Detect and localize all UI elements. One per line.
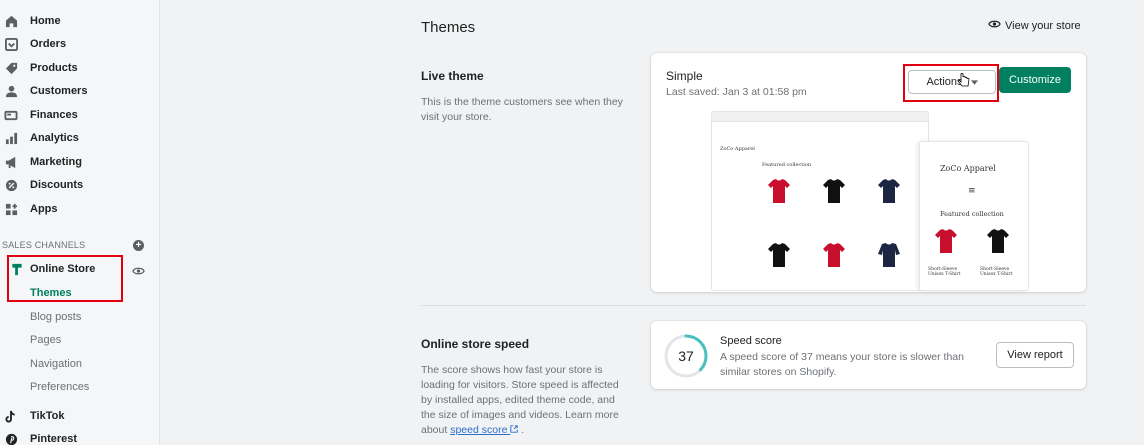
page-title: Themes	[421, 19, 476, 36]
apps-icon	[4, 202, 18, 216]
sidebar-item-label: Analytics	[30, 132, 79, 144]
person-icon	[4, 84, 18, 98]
sidebar-item-marketing[interactable]: Marketing	[0, 151, 160, 173]
speed-score-link[interactable]: speed score	[450, 424, 519, 436]
menu-icon: ≡	[968, 186, 976, 196]
sidebar-item-pinterest[interactable]: Pinterest	[0, 428, 160, 445]
view-store-label: View your store	[1005, 19, 1081, 32]
sidebar-item-analytics[interactable]: Analytics	[0, 127, 160, 149]
shirt-image	[822, 242, 846, 268]
speed-score-value: 37	[678, 348, 694, 364]
sidebar-subitem-blog-posts[interactable]: Blog posts	[30, 311, 81, 323]
add-channel-button[interactable]: +	[133, 240, 144, 251]
orders-icon	[4, 37, 18, 51]
view-store-link[interactable]: View your store	[988, 19, 1081, 32]
discount-icon	[4, 178, 18, 192]
sales-channels-heading: SALES CHANNELS	[2, 240, 86, 250]
speed-description: The score shows how fast your store is l…	[421, 364, 619, 436]
sidebar-item-finances[interactable]: Finances	[0, 104, 160, 126]
preview-mobile-featured-label: Featured collection	[940, 210, 1004, 218]
sidebar-subitem-preferences[interactable]: Preferences	[30, 381, 89, 393]
pinterest-icon	[4, 432, 18, 445]
tag-icon	[4, 61, 18, 75]
sidebar-subitem-pages[interactable]: Pages	[30, 334, 61, 346]
preview-product-name: Short-Sleeve Unisex T-Shirt	[928, 267, 961, 277]
sidebar-item-label: Finances	[30, 109, 78, 121]
theme-preview-mobile[interactable]: ZoCo Apparel ≡ Featured collection Short…	[919, 141, 1029, 291]
finances-icon	[4, 108, 18, 122]
sidebar-item-label: Marketing	[30, 156, 82, 168]
shirt-image	[822, 178, 846, 204]
sidebar-item-orders[interactable]: Orders	[0, 33, 160, 55]
eye-icon	[988, 19, 1001, 32]
sidebar-item-label: Home	[30, 15, 61, 27]
sidebar-item-products[interactable]: Products	[0, 57, 160, 79]
customize-button[interactable]: Customize	[999, 67, 1071, 93]
shirt-image	[934, 228, 958, 254]
sidebar-item-label: Apps	[30, 203, 58, 215]
speed-card-description: A speed score of 37 means your store is …	[720, 351, 964, 378]
preview-mobile-store-name: ZoCo Apparel	[940, 164, 996, 173]
preview-store-name: ZoCo Apparel	[720, 146, 755, 152]
preview-product-name: Short-Sleeve Unisex T-Shirt	[980, 267, 1013, 277]
preview-featured-label: Featured collection	[762, 162, 812, 168]
speed-heading: Online store speed	[421, 337, 530, 351]
megaphone-icon	[4, 155, 18, 169]
speed-card: 37 Speed score A speed score of 37 means…	[651, 321, 1086, 389]
shirt-image	[986, 228, 1010, 254]
sidebar-item-label: Customers	[30, 85, 88, 97]
theme-preview-desktop[interactable]: ZoCo Apparel Featured collection	[711, 111, 929, 291]
shirt-image	[877, 178, 901, 204]
section-divider	[421, 305, 1086, 306]
view-report-button[interactable]: View report	[996, 342, 1074, 368]
speed-card-title: Speed score	[720, 335, 782, 347]
live-theme-card: Simple Last saved: Jan 3 at 01:58 pm Act…	[651, 53, 1086, 292]
sidebar-item-apps[interactable]: Apps	[0, 198, 160, 220]
shirt-image	[767, 178, 791, 204]
sidebar-item-discounts[interactable]: Discounts	[0, 174, 160, 196]
home-icon	[4, 14, 18, 28]
sidebar-item-tiktok[interactable]: TikTok	[0, 405, 160, 427]
shirt-image	[767, 242, 791, 268]
bar-chart-icon	[4, 131, 18, 145]
mouse-cursor	[957, 72, 970, 92]
theme-last-saved: Last saved: Jan 3 at 01:58 pm	[666, 86, 807, 98]
sidebar-item-home[interactable]: Home	[0, 10, 160, 32]
sidebar-item-label: Orders	[30, 38, 67, 50]
theme-name: Simple	[666, 69, 703, 83]
sidebar-item-label: Products	[30, 62, 78, 74]
sidebar-item-customers[interactable]: Customers	[0, 80, 160, 102]
sidebar-item-label: TikTok	[30, 410, 65, 422]
highlight-box-actions	[903, 64, 999, 102]
live-theme-heading: Live theme	[421, 69, 484, 83]
sidebar-subitem-navigation[interactable]: Navigation	[30, 358, 82, 370]
sidebar: Home Orders Products Customers Finances …	[0, 0, 160, 445]
shirt-image	[877, 242, 901, 268]
tiktok-icon	[4, 409, 18, 423]
eye-icon[interactable]	[132, 263, 145, 275]
sidebar-item-label: Pinterest	[30, 433, 78, 445]
sidebar-item-label: Discounts	[30, 179, 84, 191]
highlight-box-online-store	[7, 255, 123, 302]
live-theme-description: This is the theme customers see when the…	[421, 96, 623, 123]
